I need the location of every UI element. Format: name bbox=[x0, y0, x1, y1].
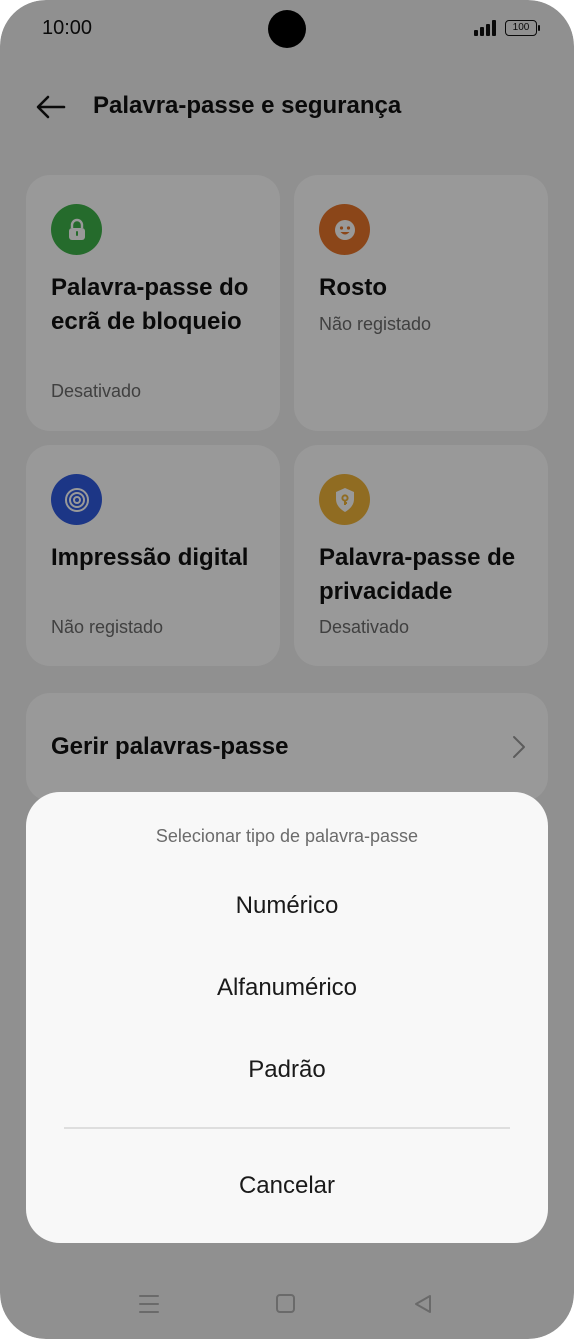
recent-apps-icon[interactable] bbox=[139, 1295, 159, 1313]
password-type-sheet: Selecionar tipo de palavra-passe Numéric… bbox=[26, 792, 548, 1243]
option-alphanumeric[interactable]: Alfanumérico bbox=[26, 974, 548, 1002]
cancel-button[interactable]: Cancelar bbox=[26, 1172, 548, 1200]
sheet-title: Selecionar tipo de palavra-passe bbox=[155, 826, 419, 846]
sheet-divider bbox=[64, 1127, 510, 1129]
phone-screen: 10:00 100 Palavra-passe e segurança Pala… bbox=[0, 0, 574, 1339]
option-pattern[interactable]: Padrão bbox=[26, 1056, 548, 1084]
home-icon[interactable] bbox=[276, 1294, 295, 1313]
nav-back-icon[interactable] bbox=[412, 1293, 434, 1315]
option-numeric[interactable]: Numérico bbox=[26, 892, 548, 920]
